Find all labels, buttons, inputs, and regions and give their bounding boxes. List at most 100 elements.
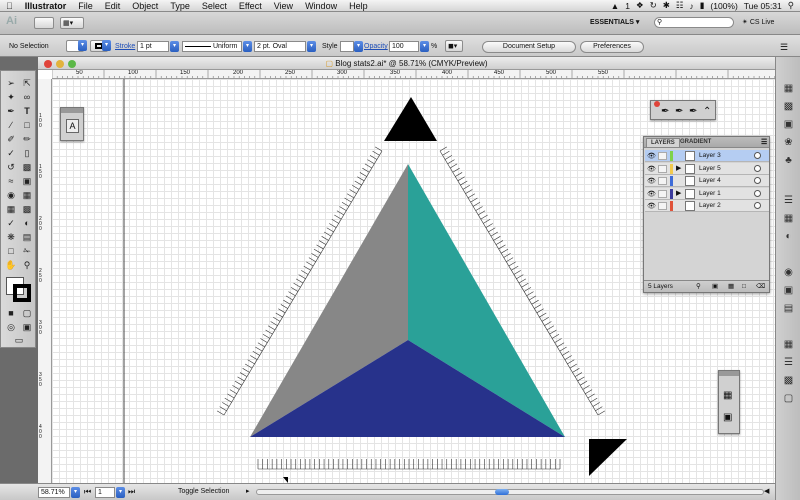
artboard-dropdown[interactable]: ▾ (116, 487, 125, 498)
status-menu-arrow-icon[interactable]: ▸ (246, 487, 250, 495)
color-panel-icon[interactable]: ▦ (782, 83, 795, 95)
free-transform-tool-icon[interactable]: ▣ (20, 175, 34, 188)
eraser-tool-icon[interactable]: ▯ (20, 147, 34, 160)
zoom-button[interactable] (68, 60, 76, 68)
eye-icon[interactable]: 👁 (647, 165, 656, 173)
pen-tool-icon[interactable]: ✒ (4, 105, 18, 118)
artboards-icon[interactable]: ▦ (782, 339, 795, 351)
type-tool-icon[interactable]: T (20, 105, 34, 118)
menu-object[interactable]: Object (126, 1, 164, 11)
layer-row[interactable]: 👁 ▶ Layer 5 (645, 162, 769, 175)
shape-builder-tool-icon[interactable]: ◉ (4, 189, 18, 202)
control-menu-icon[interactable]: ☰ (780, 42, 788, 53)
fill-dropdown[interactable]: ▾ (78, 40, 87, 51)
document-titlebar[interactable]: ▢ Blog stats2.ai* @ 58.71% (CMYK/Preview… (38, 57, 775, 70)
stroke-dropdown[interactable]: ▾ (102, 40, 111, 51)
zoom-tool-icon[interactable]: ⚲ (20, 259, 34, 272)
slice-tool-icon[interactable]: ✁ (20, 245, 34, 258)
blend-tool-icon[interactable]: ◐ (20, 217, 34, 230)
bluetooth-icon[interactable]: ✱ (663, 0, 670, 11)
opacity-dropdown[interactable]: ▾ (420, 41, 429, 52)
direct-selection-tool-icon[interactable]: ⇱ (20, 77, 34, 90)
type-on-path-icon[interactable]: A (66, 119, 79, 133)
delete-layer-icon[interactable]: ⌫ (756, 281, 765, 292)
mesh-tool-icon[interactable]: ▦ (4, 203, 18, 216)
target-circle-icon[interactable] (754, 164, 761, 172)
stroke-weight-field[interactable]: 1 pt (137, 41, 169, 52)
horizontal-ruler[interactable]: 50 100 150 200 250 300 350 400 450 500 5… (52, 70, 775, 79)
none-mode-icon[interactable]: ▢ (20, 307, 34, 320)
align-icon[interactable]: ☰ (782, 357, 795, 369)
spotlight-icon[interactable]: ⚲ (788, 0, 794, 11)
time-machine-icon[interactable]: ↻ (650, 0, 657, 11)
document-setup-button[interactable]: Document Setup (482, 41, 576, 53)
opacity-label[interactable]: Opacity (364, 43, 388, 50)
layer-name[interactable]: Layer 1 (699, 190, 721, 197)
layer-name[interactable]: Layer 2 (699, 202, 721, 209)
opacity-field[interactable]: 100 (389, 41, 419, 52)
make-clipping-mask-icon[interactable]: ▣ (712, 281, 718, 292)
eye-icon[interactable]: 👁 (647, 202, 656, 210)
eye-icon[interactable]: 👁 (647, 177, 656, 185)
menu-edit[interactable]: Edit (99, 1, 127, 11)
workspace-switcher[interactable]: ESSENTIALS ▾ (590, 18, 639, 26)
close-button[interactable] (44, 60, 52, 68)
target-circle-icon[interactable] (754, 202, 761, 209)
hand-tool-icon[interactable]: ✋ (4, 259, 18, 272)
column-graph-tool-icon[interactable]: ▤ (20, 231, 34, 244)
transform-icon[interactable]: ▢ (782, 393, 795, 405)
rectangle-tool-icon[interactable]: □ (20, 119, 34, 132)
brush-dropdown[interactable]: ▾ (307, 41, 316, 52)
symbols-icon[interactable]: ♣ (782, 155, 795, 167)
menu-type[interactable]: Type (164, 1, 196, 11)
character-mini-panel[interactable]: A (60, 107, 84, 141)
menu-help[interactable]: Help (343, 1, 374, 11)
stroke-color-swatch[interactable] (13, 284, 31, 302)
bottom-scale-bar[interactable] (257, 459, 561, 470)
convert-anchor-icon[interactable]: ⌃ (703, 106, 711, 117)
search-input[interactable]: ⚲ (654, 17, 734, 28)
cs-live-button[interactable]: ✴ CS Live (742, 18, 774, 26)
navigator-icon[interactable]: ▣ (723, 412, 735, 424)
layer-name[interactable]: Layer 4 (699, 177, 721, 184)
next-artboard-icon[interactable]: ⏭ (128, 487, 135, 497)
scrollbar-thumb[interactable] (495, 489, 509, 495)
layers-icon[interactable]: ▤ (782, 303, 795, 315)
target-circle-icon[interactable] (754, 177, 761, 184)
style-swatch[interactable] (340, 41, 354, 52)
transparency-icon[interactable]: ◐ (782, 231, 795, 243)
first-artboard-icon[interactable]: ⏮ (84, 487, 91, 497)
perspective-grid-tool-icon[interactable]: ▦ (20, 189, 34, 202)
panel-menu-icon[interactable]: ☰ (761, 138, 767, 146)
wifi-icon[interactable]: ☷ (676, 0, 684, 11)
flyout-close-button[interactable] (654, 101, 660, 107)
appearance-icon[interactable]: ◉ (782, 267, 795, 279)
variable-width-profile[interactable]: Uniform (182, 41, 242, 52)
pencil-tool-icon[interactable]: ✏ (20, 133, 34, 146)
apple-icon[interactable]:  (0, 1, 19, 11)
new-layer-icon[interactable]: □ (742, 281, 746, 292)
app-menu[interactable]: Illustrator (19, 1, 73, 11)
pen-tools-flyout[interactable]: ✒ ✒ ✒ ⌃ (650, 100, 716, 120)
lock-toggle[interactable] (658, 152, 667, 160)
lock-toggle[interactable] (658, 189, 667, 198)
width-tool-icon[interactable]: ≈ (4, 175, 18, 188)
line-tool-icon[interactable]: ∕ (4, 119, 18, 132)
eye-icon[interactable]: 👁 (647, 190, 656, 198)
brushes-icon[interactable]: ❀ (782, 137, 795, 149)
layer-name[interactable]: Layer 3 (699, 152, 721, 159)
eyedropper-tool-icon[interactable]: ✓ (4, 217, 18, 230)
adobe-icon[interactable]: ▲ (611, 1, 619, 11)
delete-anchor-icon[interactable]: ✒ (689, 106, 697, 117)
brush-definition[interactable]: 2 pt. Oval (254, 41, 306, 52)
pathfinder-icon[interactable]: ▩ (782, 375, 795, 387)
menu-effect[interactable]: Effect (233, 1, 268, 11)
bridge-button[interactable] (34, 17, 54, 29)
profile-dropdown[interactable]: ▾ (243, 41, 252, 52)
color-mode-icon[interactable]: ■ (4, 307, 18, 320)
corner-triangle[interactable] (589, 439, 627, 476)
rotate-tool-icon[interactable]: ↺ (4, 161, 18, 174)
color-guide-icon[interactable]: ▩ (782, 101, 795, 113)
arrange-documents-button[interactable]: ▦▾ (60, 17, 84, 29)
lock-toggle[interactable] (658, 202, 667, 210)
